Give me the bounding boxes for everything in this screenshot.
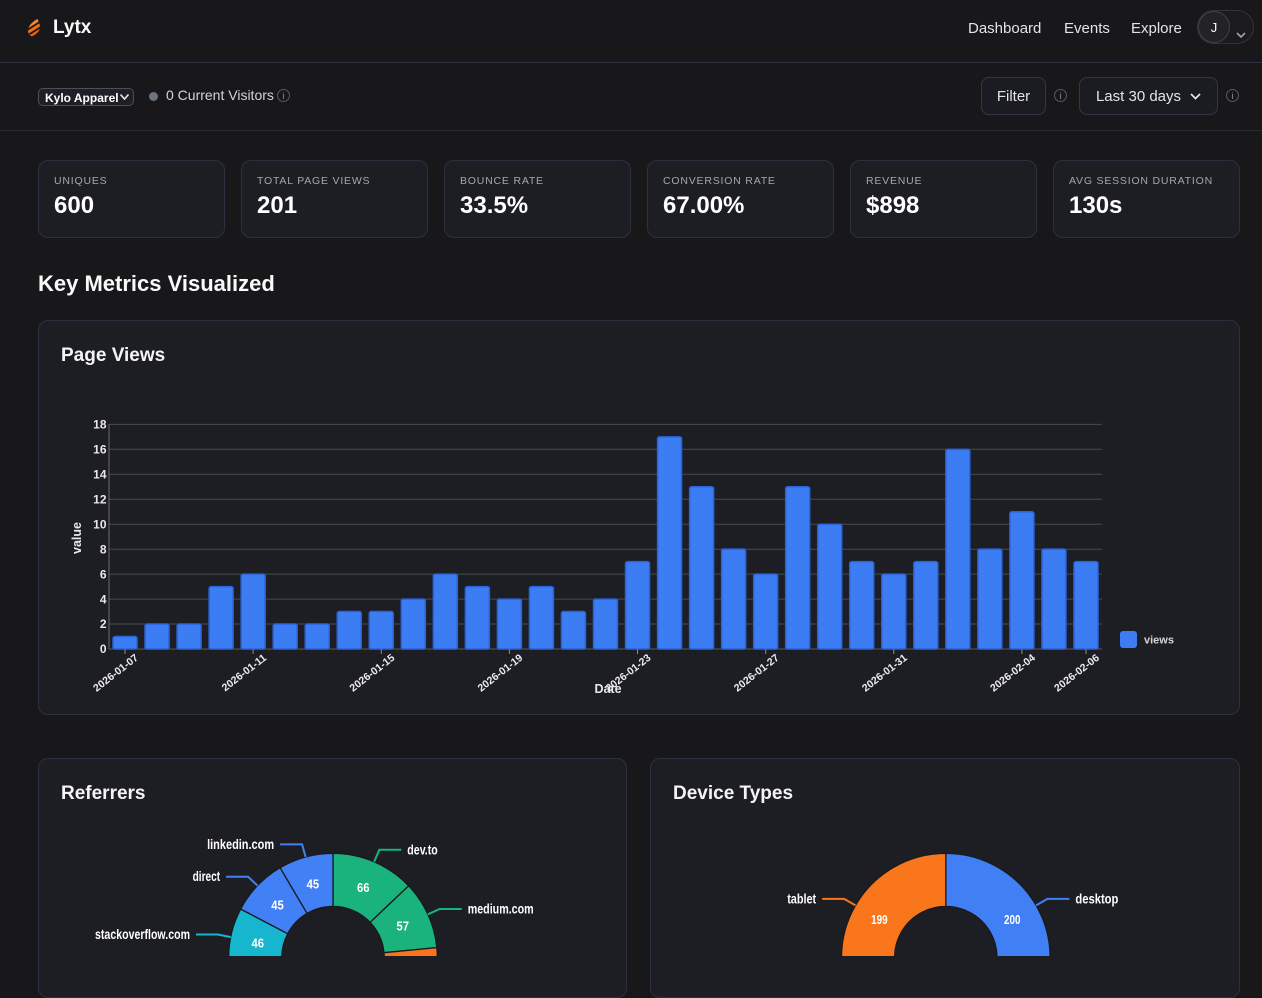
svg-text:linkedin.com: linkedin.com xyxy=(207,837,274,852)
svg-text:direct: direct xyxy=(193,869,221,884)
svg-text:2026-01-27: 2026-01-27 xyxy=(732,652,782,695)
svg-text:8: 8 xyxy=(100,542,107,556)
svg-text:medium.com: medium.com xyxy=(468,902,534,917)
svg-text:2026-01-19: 2026-01-19 xyxy=(476,652,526,695)
svg-text:6: 6 xyxy=(100,567,107,581)
svg-text:2026-01-15: 2026-01-15 xyxy=(347,652,397,695)
svg-text:199: 199 xyxy=(871,913,888,927)
svg-text:stackoverflow.com: stackoverflow.com xyxy=(95,927,190,942)
svg-text:value: value xyxy=(70,522,84,554)
svg-text:45: 45 xyxy=(271,899,284,913)
svg-text:2026-02-04: 2026-02-04 xyxy=(988,652,1038,695)
svg-text:views: views xyxy=(1144,635,1174,647)
svg-text:tablet: tablet xyxy=(787,891,816,906)
svg-text:16: 16 xyxy=(93,443,107,457)
svg-text:2026-01-31: 2026-01-31 xyxy=(860,652,910,695)
svg-text:46: 46 xyxy=(252,936,265,950)
svg-text:45: 45 xyxy=(307,877,320,891)
svg-text:66: 66 xyxy=(357,881,370,895)
svg-text:4: 4 xyxy=(100,592,107,606)
svg-text:2026-02-06: 2026-02-06 xyxy=(1052,652,1102,695)
svg-text:dev.to: dev.to xyxy=(407,842,438,857)
svg-text:2026-01-11: 2026-01-11 xyxy=(220,652,269,694)
svg-text:Date: Date xyxy=(594,682,621,696)
svg-text:0: 0 xyxy=(100,642,107,656)
svg-text:18: 18 xyxy=(93,418,107,432)
svg-text:2026-01-07: 2026-01-07 xyxy=(91,652,141,695)
svg-text:57: 57 xyxy=(397,920,410,934)
svg-text:10: 10 xyxy=(93,517,107,531)
svg-text:200: 200 xyxy=(1004,913,1021,927)
svg-text:12: 12 xyxy=(93,492,107,506)
svg-text:desktop: desktop xyxy=(1075,891,1118,906)
svg-text:2: 2 xyxy=(100,617,107,631)
svg-text:14: 14 xyxy=(93,468,107,482)
